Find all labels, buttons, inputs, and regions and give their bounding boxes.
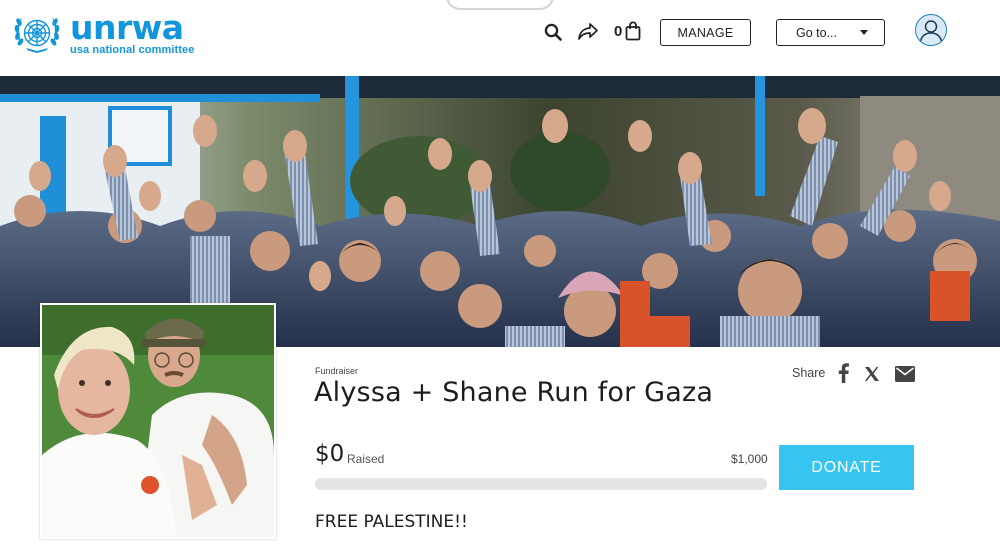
- unrwa-logo[interactable]: unrwa usa national committee: [12, 11, 194, 56]
- share-page-button[interactable]: [577, 22, 599, 45]
- share-facebook-button[interactable]: [836, 363, 850, 388]
- site-header: unrwa usa national committee 0 MANAGE Go…: [0, 0, 1000, 76]
- page-title: Alyssa + Shane Run for Gaza: [314, 377, 714, 408]
- x-icon: [865, 367, 879, 381]
- logo-subtitle: usa national committee: [70, 44, 195, 56]
- search-icon: [544, 23, 562, 41]
- cart-button[interactable]: [625, 21, 641, 44]
- logo-word: unrwa: [70, 8, 184, 47]
- logo-wordmark: unrwa usa national committee: [70, 11, 194, 56]
- fundraiser-profile-photo: [40, 303, 276, 539]
- goto-select[interactable]: Go to...: [776, 19, 885, 46]
- user-avatar-icon: [919, 20, 943, 45]
- email-icon: [895, 366, 915, 382]
- user-avatar[interactable]: [915, 14, 947, 46]
- progress-bar: [315, 478, 767, 490]
- share-arrow-icon: [578, 23, 598, 40]
- share-x-button[interactable]: [864, 366, 880, 387]
- raised-label: Raised: [347, 452, 385, 466]
- goal-amount: $1,000: [731, 452, 768, 466]
- campaign-description: FREE PALESTINE!!: [315, 512, 468, 532]
- facebook-icon: [838, 363, 849, 383]
- share-email-button[interactable]: [895, 366, 915, 387]
- shopping-bag-icon: [625, 21, 641, 41]
- donate-button[interactable]: DONATE: [779, 445, 914, 490]
- manage-button[interactable]: MANAGE: [660, 19, 751, 46]
- raised-amount: $0: [315, 441, 345, 467]
- cart-count: 0: [614, 23, 623, 40]
- search-button[interactable]: [544, 23, 562, 44]
- chevron-down-icon: [860, 30, 868, 35]
- goto-select-label: Go to...: [796, 25, 837, 40]
- share-label: Share: [792, 366, 826, 380]
- un-emblem-icon: [14, 16, 60, 53]
- campaign-type-label: Fundraiser: [315, 366, 359, 376]
- top-tab-handle[interactable]: [446, 0, 554, 10]
